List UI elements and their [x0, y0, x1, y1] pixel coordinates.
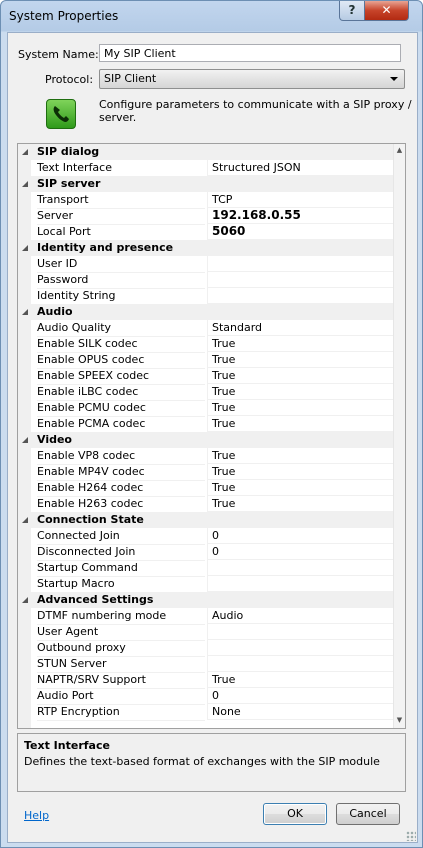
scroll-down-icon[interactable]: ▼ [395, 716, 404, 725]
property-row[interactable]: Password [18, 272, 393, 289]
property-row[interactable]: Local Port 5060 [18, 224, 393, 241]
property-row[interactable]: Text Interface Structured JSON [18, 160, 393, 177]
collapse-icon[interactable] [22, 437, 28, 443]
property-row[interactable]: Startup Macro [18, 576, 393, 593]
property-row[interactable]: Enable VP8 codec True [18, 448, 393, 465]
description-text: Defines the text-based format of exchang… [24, 755, 380, 768]
scroll-up-icon[interactable]: ▲ [395, 146, 404, 155]
property-row[interactable]: Enable PCMU codec True [18, 400, 393, 417]
property-row[interactable]: Enable iLBC codec True [18, 384, 393, 401]
property-row[interactable]: Enable PCMA codec True [18, 416, 393, 433]
property-row[interactable]: NAPTR/SRV Support True [18, 672, 393, 689]
title-bar[interactable]: System Properties ? ✕ [1, 1, 422, 31]
property-row[interactable]: Enable MP4V codec True [18, 464, 393, 481]
property-row[interactable]: Identity String [18, 288, 393, 305]
system-name-input[interactable]: My SIP Client [99, 44, 401, 62]
property-description-panel: Text Interface Defines the text-based fo… [17, 733, 406, 792]
collapse-icon[interactable] [22, 309, 28, 315]
close-button[interactable]: ✕ [364, 1, 409, 21]
protocol-description: Configure parameters to communicate with… [99, 98, 412, 124]
help-link[interactable]: Help [24, 809, 49, 822]
chevron-down-icon [390, 77, 398, 81]
property-row[interactable]: Enable OPUS codec True [18, 352, 393, 369]
property-row[interactable]: Transport TCP [18, 192, 393, 209]
property-row[interactable]: Connected Join 0 [18, 528, 393, 545]
property-row[interactable]: Server 192.168.0.55 [18, 208, 393, 225]
property-row[interactable]: User ID [18, 256, 393, 273]
category-identity[interactable]: Identity and presence [18, 240, 393, 256]
property-row[interactable]: Enable H263 codec True [18, 496, 393, 513]
help-title-button[interactable]: ? [339, 1, 365, 21]
protocol-select[interactable]: SIP Client [99, 69, 405, 89]
property-row[interactable]: RTP Encryption None [18, 704, 393, 721]
question-icon: ? [348, 3, 356, 17]
property-row[interactable]: Disconnected Join 0 [18, 544, 393, 561]
phone-icon [46, 99, 76, 129]
window-title: System Properties [9, 9, 119, 23]
property-row[interactable]: Enable H264 codec True [18, 480, 393, 497]
property-row[interactable]: Enable SPEEX codec True [18, 368, 393, 385]
cancel-button[interactable]: Cancel [336, 803, 400, 825]
property-grid[interactable]: SIP dialog Text Interface Structured JSON… [17, 143, 406, 729]
category-advanced-settings[interactable]: Advanced Settings [18, 592, 393, 608]
category-connection-state[interactable]: Connection State [18, 512, 393, 528]
resize-grip-icon[interactable] [406, 831, 416, 841]
category-video[interactable]: Video [18, 432, 393, 448]
property-row[interactable]: STUN Server [18, 656, 393, 673]
property-row[interactable]: User Agent [18, 624, 393, 641]
ok-button[interactable]: OK [263, 803, 327, 825]
property-row[interactable]: DTMF numbering mode Audio [18, 608, 393, 625]
collapse-icon[interactable] [22, 149, 28, 155]
dialog-body: System Name: My SIP Client Protocol: SIP… [7, 32, 418, 843]
category-sip-server[interactable]: SIP server [18, 176, 393, 192]
close-icon: ✕ [381, 3, 392, 17]
category-audio[interactable]: Audio [18, 304, 393, 320]
property-row[interactable]: Audio Quality Standard [18, 320, 393, 337]
description-title: Text Interface [24, 739, 110, 752]
grid-scrollbar[interactable]: ▲ ▼ [393, 144, 405, 728]
protocol-label: Protocol: [45, 73, 94, 86]
property-row[interactable]: Outbound proxy [18, 640, 393, 657]
protocol-select-value: SIP Client [104, 72, 157, 85]
property-row[interactable]: Audio Port 0 [18, 688, 393, 705]
collapse-icon[interactable] [22, 597, 28, 603]
property-row[interactable]: Enable SILK codec True [18, 336, 393, 353]
system-name-label: System Name: [18, 48, 99, 61]
collapse-icon[interactable] [22, 181, 28, 187]
collapse-icon[interactable] [22, 245, 28, 251]
property-row[interactable]: Startup Command [18, 560, 393, 577]
category-sip-dialog[interactable]: SIP dialog [18, 144, 393, 160]
collapse-icon[interactable] [22, 517, 28, 523]
system-properties-window: System Properties ? ✕ System Name: My SI… [0, 0, 423, 848]
